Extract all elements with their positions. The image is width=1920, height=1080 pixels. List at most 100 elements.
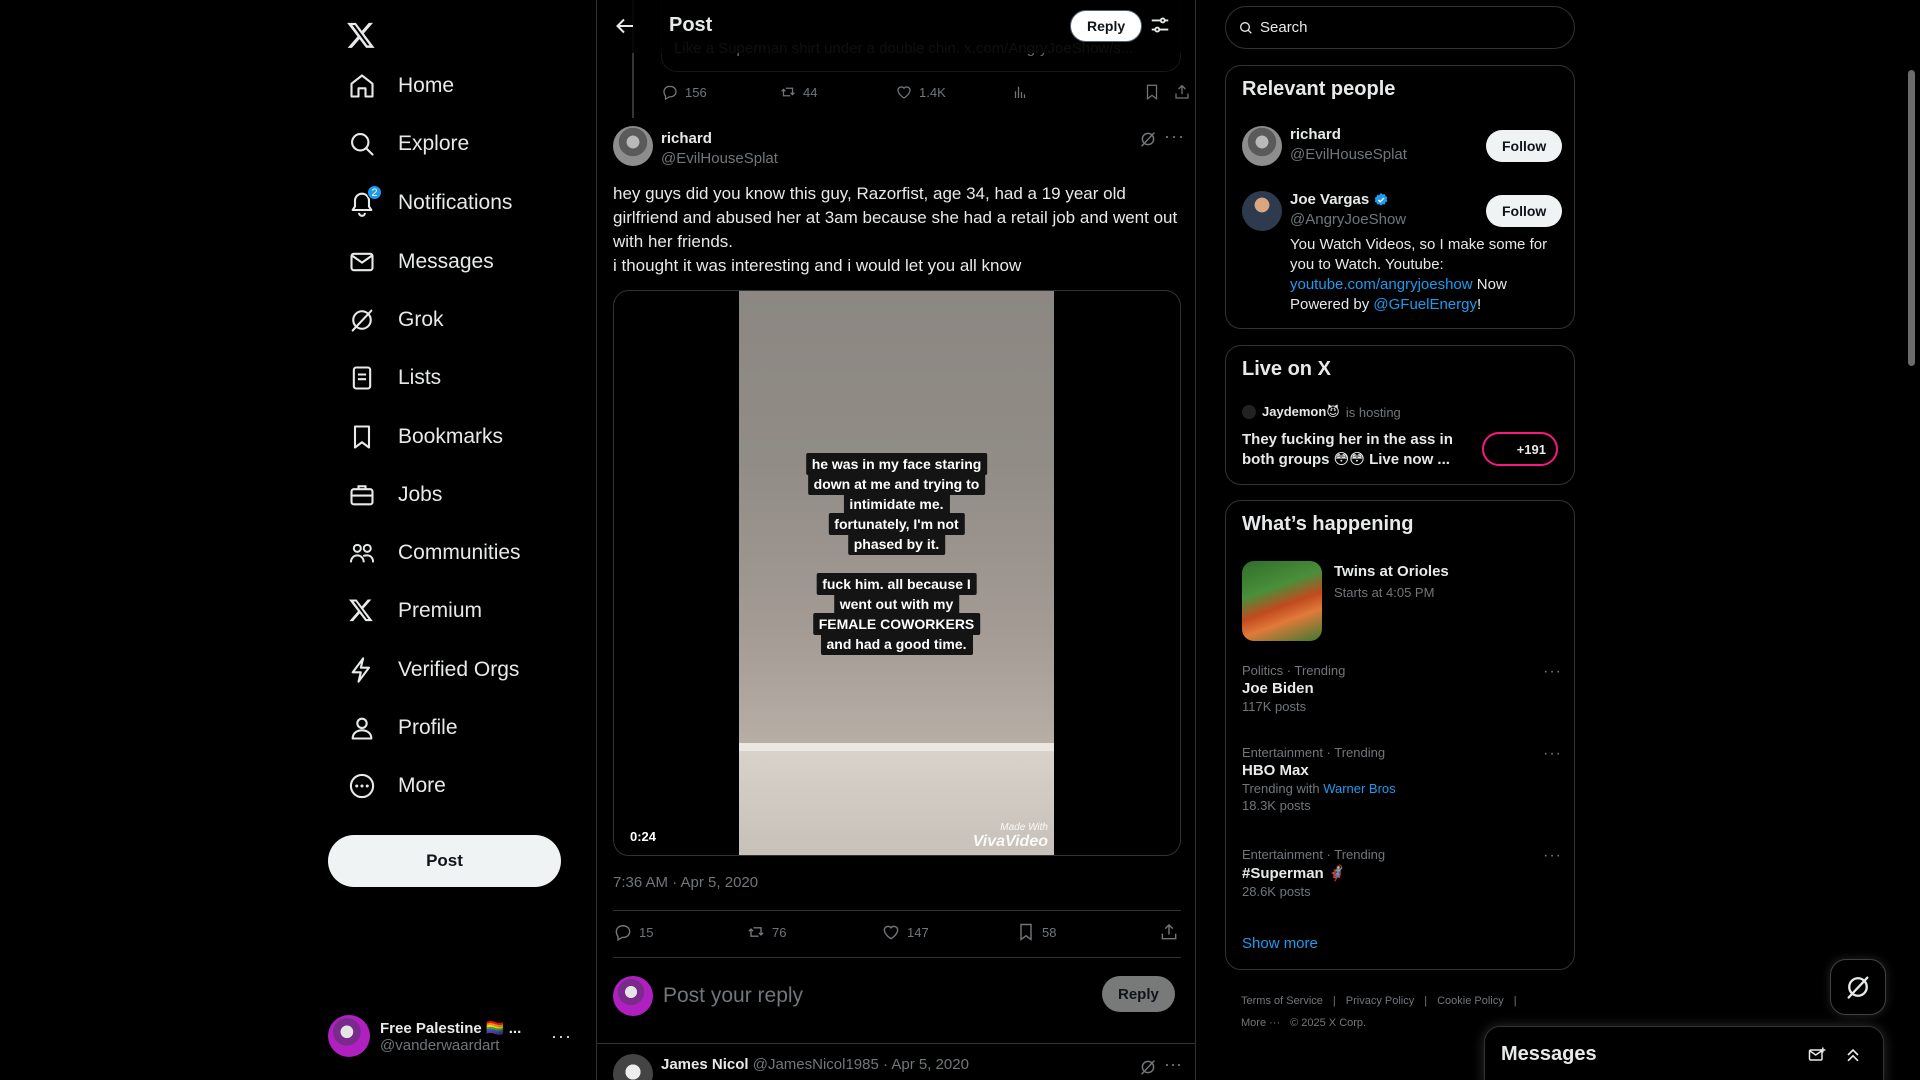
avatar [613, 976, 653, 1016]
post-timestamp[interactable]: 7:36 AM · Apr 5, 2020 [613, 874, 758, 891]
nav-label: Notifications [398, 191, 513, 214]
chevron-up-double-icon[interactable] [1843, 1045, 1863, 1065]
back-arrow-icon[interactable] [613, 14, 637, 38]
views-action[interactable] [1011, 83, 1029, 101]
space-host[interactable]: Jaydemon😈 is hosting [1242, 404, 1401, 420]
account-switcher[interactable]: Free Palestine 🏳️‍🌈 ... @vanderwaardart … [328, 1008, 578, 1064]
footer-link-terms[interactable]: Terms of Service [1241, 995, 1323, 1007]
like-count: 1.4K [919, 84, 946, 100]
header-reply-button[interactable]: Reply [1070, 10, 1143, 42]
scrollbar-thumb[interactable] [1908, 70, 1915, 366]
person-handle: @EvilHouseSplat [1290, 146, 1407, 163]
trend-context: Entertainment · Trending [1242, 847, 1386, 862]
share-action[interactable] [1173, 83, 1191, 101]
nav-grok[interactable]: Grok [336, 294, 456, 346]
messages-drawer[interactable]: Messages [1484, 1026, 1884, 1080]
nav-label: Messages [398, 250, 494, 273]
grok-icon[interactable] [1139, 130, 1157, 148]
footer-link-cookie[interactable]: Cookie Policy [1437, 995, 1504, 1007]
trend-item[interactable]: Politics · Trending Joe Biden 117K posts… [1242, 663, 1562, 714]
more-dots-icon[interactable]: ··· [1543, 745, 1562, 763]
like-action[interactable]: 1.4K [895, 83, 946, 101]
reply-author-name[interactable]: James Nicol [661, 1056, 749, 1073]
nav-explore[interactable]: Explore [336, 118, 481, 170]
reply-action[interactable]: 15 [613, 922, 653, 942]
footer-more[interactable]: More ··· [1241, 1017, 1280, 1029]
new-message-icon[interactable] [1807, 1045, 1827, 1065]
nav-home[interactable]: Home [336, 60, 466, 112]
settings-sliders-icon[interactable] [1149, 14, 1171, 36]
reply-item[interactable]: James Nicol @JamesNicol1985 · Apr 5, 202… [613, 1054, 1182, 1080]
search-input[interactable] [1260, 19, 1560, 36]
nav-lists[interactable]: Lists [336, 352, 453, 404]
video-player[interactable]: he was in my face staring down at me and… [613, 290, 1181, 856]
repost-action[interactable]: 76 [746, 922, 786, 942]
search-icon [1240, 21, 1252, 34]
repost-count: 76 [772, 924, 787, 940]
listeners-pill[interactable]: +191 [1482, 432, 1558, 466]
video-caption-line: down at me and trying to [807, 473, 986, 495]
bio-mention[interactable]: @GFuelEnergy [1373, 296, 1477, 313]
left-navigation: Home Explore 2 Notifications Messages Gr… [324, 0, 594, 1080]
reply-icon [663, 85, 677, 101]
more-dots-icon[interactable]: ··· [1543, 847, 1562, 865]
list-icon [348, 364, 376, 392]
avatar[interactable] [613, 126, 653, 166]
trend-item[interactable]: Entertainment · Trending #Superman 🦸 28.… [1242, 847, 1562, 899]
reply-author-handle: @JamesNicol1985 [752, 1056, 879, 1073]
nav-jobs[interactable]: Jobs [336, 469, 454, 521]
share-icon [1161, 923, 1177, 940]
more-dots-icon[interactable]: ··· [1164, 1054, 1182, 1075]
nav-premium[interactable]: Premium [336, 585, 494, 637]
share-action[interactable] [1159, 922, 1179, 942]
person-name[interactable]: richard [1290, 126, 1341, 143]
reply-input[interactable]: Post your reply [663, 984, 803, 1008]
bookmark-action[interactable] [1143, 83, 1161, 101]
bookmark-action[interactable]: 58 [1016, 922, 1056, 942]
video-frame[interactable]: he was in my face staring down at me and… [739, 291, 1054, 855]
nav-bookmarks[interactable]: Bookmarks [336, 411, 515, 463]
search-box[interactable] [1225, 6, 1575, 49]
nav-verified-orgs[interactable]: Verified Orgs [336, 644, 531, 696]
follow-button[interactable]: Follow [1486, 195, 1563, 227]
nav-profile[interactable]: Profile [336, 702, 470, 754]
trend-item[interactable]: Entertainment · Trending HBO Max Trendin… [1242, 745, 1562, 813]
nav-label: Grok [398, 308, 444, 331]
reply-action[interactable]: 156 [661, 83, 707, 101]
nav-more[interactable]: More [336, 760, 458, 812]
trending-with-link[interactable]: Warner Bros [1323, 781, 1395, 796]
reply-submit-button[interactable]: Reply [1102, 976, 1175, 1012]
post-button[interactable]: Post [328, 835, 561, 887]
divider [613, 910, 1181, 911]
featured-event[interactable]: Twins at Orioles Starts at 4:05 PM [1242, 561, 1562, 641]
space-title[interactable]: They fucking her in the ass in both grou… [1242, 430, 1472, 470]
bio-link[interactable]: youtube.com/angryjoeshow [1290, 276, 1473, 293]
video-caption-line: he was in my face staring [805, 453, 988, 475]
nav-label: Communities [398, 541, 521, 564]
person-name[interactable]: Joe Vargas [1290, 191, 1389, 208]
video-watermark: Made With VivaVideo [973, 822, 1048, 851]
author-handle[interactable]: @EvilHouseSplat [661, 150, 778, 167]
notification-badge: 2 [367, 185, 382, 200]
nav-communities[interactable]: Communities [336, 527, 533, 579]
more-dots-icon[interactable]: ··· [1543, 663, 1562, 681]
watermark-brand: VivaVideo [972, 833, 1048, 850]
nav-messages[interactable]: Messages [336, 236, 506, 288]
page-title: Post [669, 14, 713, 36]
avatar[interactable] [1242, 126, 1282, 166]
more-dots-icon[interactable]: ··· [1164, 126, 1185, 147]
x-logo-icon[interactable] [336, 10, 386, 60]
author-name[interactable]: richard [661, 130, 712, 147]
avatar[interactable] [1242, 191, 1282, 231]
footer-link-privacy[interactable]: Privacy Policy [1346, 995, 1414, 1007]
card-title: Live on X [1242, 358, 1331, 380]
follow-button[interactable]: Follow [1486, 130, 1563, 162]
grok-icon[interactable] [1139, 1058, 1157, 1076]
repost-action[interactable]: 44 [779, 83, 817, 101]
page-scrollbar[interactable] [1903, 0, 1920, 1080]
grok-floating-button[interactable] [1830, 959, 1886, 1015]
avatar[interactable] [613, 1054, 653, 1080]
nav-notifications[interactable]: 2 Notifications [336, 177, 524, 229]
show-more-link[interactable]: Show more [1242, 935, 1318, 952]
like-action[interactable]: 147 [881, 922, 929, 942]
